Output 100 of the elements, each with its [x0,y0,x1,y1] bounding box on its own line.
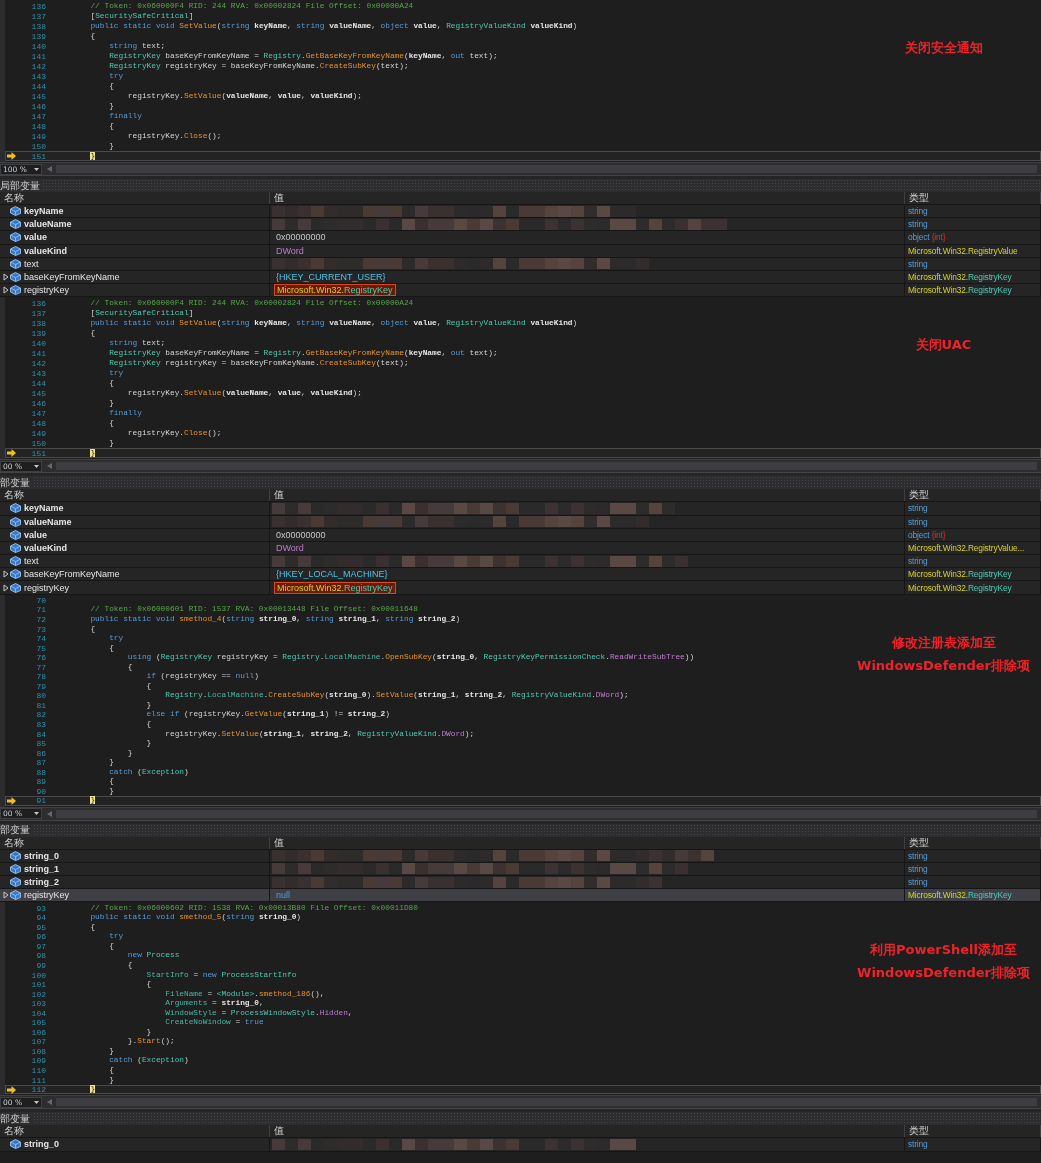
caret-icon [34,464,39,468]
variable-name: keyName [24,503,64,514]
locals-row[interactable]: text string [0,555,1041,569]
variable-name: string_0 [24,850,59,861]
variable-name: baseKeyFromKeyName [24,569,120,580]
scroll-left-icon[interactable] [47,166,52,172]
locals-row[interactable]: string_0 string [0,1138,1041,1152]
variable-icon [10,850,21,861]
column-header[interactable]: 名称 [0,192,270,204]
variable-type: string [907,258,928,269]
line-number: 109 [30,1056,46,1066]
expand-icon[interactable] [2,273,10,282]
line-number: 100 [30,970,46,980]
variable-type: string [907,206,928,217]
variable-type: string [907,1139,928,1150]
variable-type: Microsoft.Win32.RegistryKey [907,582,1012,593]
scroll-left-icon[interactable] [47,463,52,470]
variable-name: value [24,232,47,243]
variable-name: valueKind [24,542,67,553]
line-number: 139 [30,31,46,41]
column-header[interactable]: 类型 [905,192,1041,204]
column-header[interactable]: 值 [270,1125,905,1138]
line-number: 86 [35,748,46,758]
variable-icon [10,285,21,296]
variable-icon [10,877,21,888]
annotation: 修改注册表添加至 WindowsDefender排除项 [856,633,1031,675]
line-number: 143 [30,71,46,81]
variable-value: {HKEY_CURRENT_USER} [276,272,386,283]
locals-row[interactable]: keyName string [0,205,1041,219]
variable-name: registryKey [24,582,69,593]
variable-type: string [907,516,928,527]
expand-icon[interactable] [2,570,10,579]
locals-row[interactable]: keyName string [0,502,1041,516]
line-number: 85 [35,739,46,749]
expand-icon[interactable] [2,891,10,900]
column-header[interactable]: 值 [270,489,905,502]
line-number: 110 [30,1066,46,1075]
scroll-left-icon[interactable] [47,810,52,817]
line-number: 149 [30,428,46,438]
line-number: 146 [30,101,46,111]
variable-icon [10,1139,21,1150]
locals-row[interactable]: valueName string [0,218,1041,232]
variable-value: {HKEY_LOCAL_MACHINE} [276,569,388,580]
line-number: 151 [30,448,46,458]
line-number: 72 [35,615,46,624]
column-header[interactable]: 类型 [905,489,1041,502]
column-header[interactable]: 类型 [905,1125,1041,1138]
annotation: 利用PowerShell添加至 WindowsDefender排除项 [856,941,1031,983]
line-number: 77 [35,662,46,672]
variable-type: Microsoft.Win32.RegistryValue... [907,542,1025,553]
line-number: 136 [30,1,46,11]
column-header[interactable]: 值 [270,192,905,204]
scroll-left-icon[interactable] [47,1099,52,1106]
line-number: 75 [35,643,46,653]
line-number: 90 [35,786,46,796]
variable-type: string [907,863,928,874]
line-number: 136 [30,298,46,308]
variable-type: Microsoft.Win32.RegistryValue [907,245,1018,256]
variable-icon [10,556,21,567]
column-header[interactable]: 值 [270,836,905,849]
line-number: 98 [35,951,46,961]
line-number: 138 [30,318,46,328]
variable-type: object {int} [907,232,946,243]
column-header[interactable]: 名称 [0,836,270,849]
variable-name: valueName [24,516,72,527]
expand-icon[interactable] [2,583,10,592]
column-header[interactable]: 类型 [905,836,1041,849]
line-number: 138 [30,21,46,31]
line-number: 105 [30,1018,46,1028]
variable-name: valueName [24,219,72,230]
panel-title: 局部变量 [0,179,43,192]
current-statement-icon [6,449,16,458]
line-number: 142 [30,61,46,71]
line-number: 84 [35,729,46,739]
line-number: 141 [30,51,46,61]
caret-icon [34,812,39,816]
locals-row[interactable]: registryKey Microsoft.Win32.RegistryKey Microsoft.Win32.RegistryKey [0,581,1041,595]
variable-icon [10,232,21,243]
locals-row[interactable]: baseKeyFromKeyName {HKEY_LOCAL_MACHINE} Microsoft.Win32.RegistryKey [0,568,1041,582]
variable-icon [10,516,21,527]
variable-icon [10,863,21,874]
expand-icon[interactable] [2,286,10,295]
line-number: 107 [30,1037,46,1047]
line-number: 145 [30,388,46,398]
column-header[interactable]: 名称 [0,489,270,502]
locals-row[interactable]: string_2 string [0,876,1041,890]
locals-row[interactable]: value 0x00000000 object {int} [0,231,1041,245]
variable-value: 0x00000000 [276,232,326,243]
locals-row[interactable]: registryKey null Microsoft.Win32.RegistryKey [0,889,1041,903]
line-number: 87 [35,758,46,768]
line-number: 76 [35,653,46,663]
panel-title: 部变量 [0,1112,33,1125]
annotation: 关闭UAC [914,336,973,355]
line-number: 82 [35,710,46,720]
column-header[interactable]: 名称 [0,1125,270,1138]
variable-value: 0x00000000 [276,529,326,540]
line-number: 99 [35,960,46,970]
locals-row[interactable]: registryKey Microsoft.Win32.RegistryKey Microsoft.Win32.RegistryKey [0,284,1041,298]
line-number: 149 [30,131,46,141]
line-number: 141 [30,348,46,358]
